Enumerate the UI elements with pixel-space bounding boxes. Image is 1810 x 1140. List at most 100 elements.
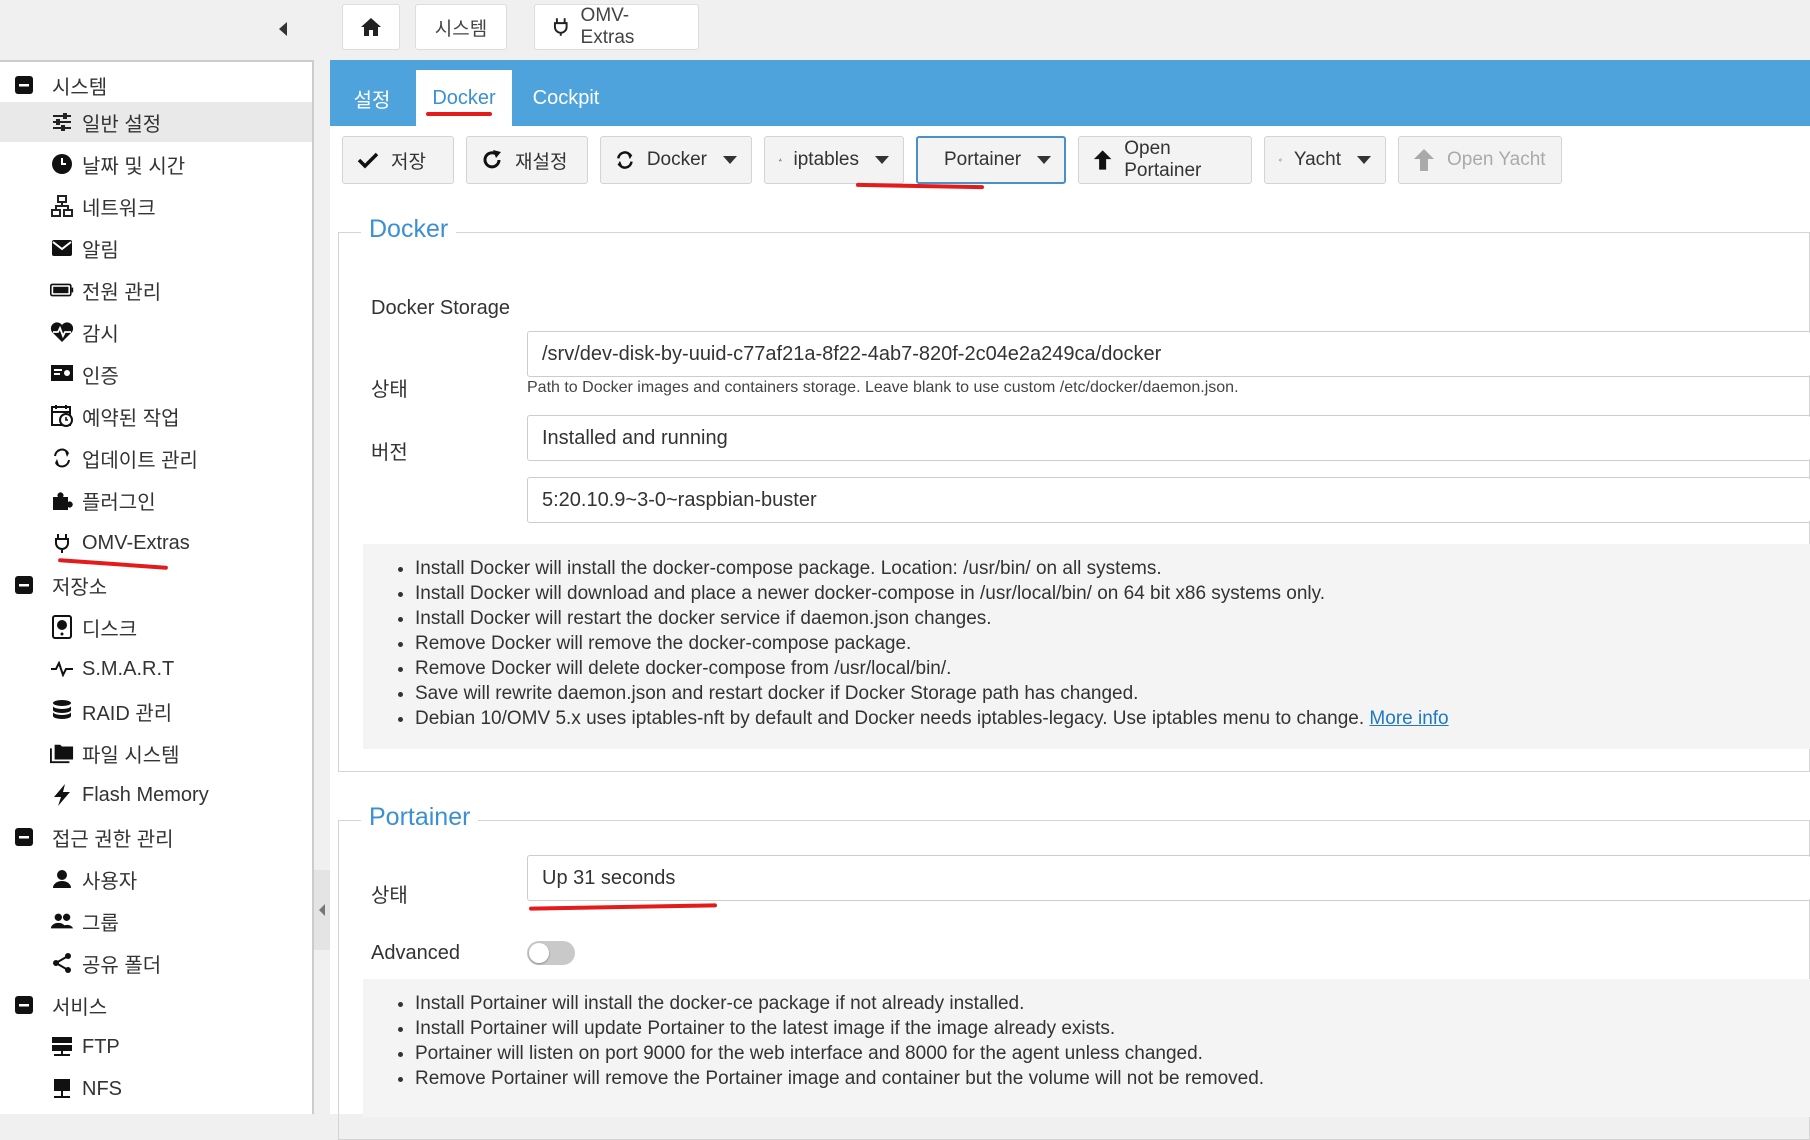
caret-left-icon (279, 22, 287, 36)
reset-button[interactable]: 재설정 (466, 136, 588, 184)
sidebar-group-system[interactable]: 시스템 (0, 65, 312, 105)
docker-menu-button[interactable]: Docker (600, 136, 752, 184)
top-bar: 시스템 OMV-Extras (0, 0, 1810, 60)
portainer-info-list: Install Portainer will install the docke… (363, 991, 1810, 1091)
docker-info-box: Install Docker will install the docker-c… (363, 544, 1810, 749)
docker-storage-hint: Path to Docker images and containers sto… (527, 379, 1239, 396)
database-icon (50, 699, 74, 723)
save-button[interactable]: 저장 (342, 136, 454, 184)
open-yacht-button[interactable]: Open Yacht (1398, 136, 1562, 184)
heartbeat-icon (50, 320, 74, 344)
sidebar-item-raid[interactable]: RAID 관리 (0, 691, 312, 731)
sidebar-item-scheduled-jobs[interactable]: 예약된 작업 (0, 396, 312, 436)
breadcrumb-system-label: 시스템 (434, 18, 488, 40)
docker-label: Docker (646, 149, 707, 170)
docker-storage-input[interactable]: /srv/dev-disk-by-uuid-c77af21a-8f22-4ab7… (527, 331, 1810, 377)
breadcrumb-system[interactable]: 시스템 (415, 4, 507, 50)
list-item: Save will rewrite daemon.json and restar… (415, 681, 1810, 706)
sidebar-item-disks[interactable]: 디스크 (0, 607, 312, 647)
sidebar-item-shared-folders[interactable]: 공유 폴더 (0, 943, 312, 983)
annotation-underline (426, 112, 492, 116)
sidebar-item-update-management[interactable]: 업데이트 관리 (0, 438, 312, 478)
sidebar-item-label: 플러그인 (82, 491, 156, 514)
sidebar-group-services[interactable]: 서비스 (0, 985, 312, 1025)
harddisk-icon (50, 615, 74, 639)
docker-storage-label: Docker Storage (371, 297, 510, 319)
sidebar-item-nfs[interactable]: NFS (0, 1069, 312, 1109)
sidebar-item-label: 알림 (82, 239, 119, 262)
toggle-knob (529, 943, 549, 963)
iptables-menu-button[interactable]: iptables (764, 136, 904, 184)
save-label: 저장 (391, 151, 426, 173)
advanced-toggle[interactable] (527, 941, 575, 965)
docker-legend: Docker (361, 215, 457, 244)
sidebar-group-label: 접근 권한 관리 (52, 828, 174, 851)
list-item: Remove Docker will delete docker-compose… (415, 656, 1810, 681)
clock-icon (50, 152, 74, 176)
sidebar-item-smart[interactable]: S.M.A.R.T (0, 649, 312, 689)
sidebar-item-label: 인증 (82, 365, 119, 388)
main-panel: 설정 Docker Cockpit 저장 재설정 Docker iptables… (330, 60, 1810, 1140)
sidebar-item-monitoring[interactable]: 감시 (0, 312, 312, 352)
arrow-up-icon (1414, 149, 1434, 171)
sidebar-item-label: Flash Memory (82, 783, 209, 806)
sidebar-item-date-time[interactable]: 날짜 및 시간 (0, 144, 312, 184)
list-item: Install Docker will restart the docker s… (415, 606, 1810, 631)
calendar-clock-icon (50, 404, 74, 428)
server-icon (50, 1035, 74, 1059)
docker-status-value: Installed and running (542, 426, 728, 449)
sidebar-item-groups[interactable]: 그룹 (0, 901, 312, 941)
tab-cockpit[interactable]: Cockpit (514, 70, 618, 126)
sidebar-group-storage[interactable]: 저장소 (0, 565, 312, 605)
sidebar-item-label: 날짜 및 시간 (82, 155, 186, 178)
plug-icon (50, 531, 74, 555)
yacht-menu-button[interactable]: Yacht (1264, 136, 1386, 184)
more-info-link[interactable]: More info (1369, 708, 1448, 729)
annotation-underline (528, 903, 718, 911)
sidebar-splitter[interactable] (314, 870, 330, 950)
sidebar-item-certificates[interactable]: 인증 (0, 354, 312, 394)
tab-label: 설정 (353, 89, 391, 112)
sidebar-item-label: 업데이트 관리 (82, 449, 198, 472)
envelope-icon (50, 236, 74, 260)
open-portainer-button[interactable]: Open Portainer (1078, 136, 1252, 184)
docker-fieldset: Docker Docker Storage /srv/dev-disk-by-u… (338, 215, 1810, 772)
sidebar-item-notifications[interactable]: 알림 (0, 228, 312, 268)
portainer-status-value: Up 31 seconds (542, 866, 676, 889)
portainer-menu-button[interactable]: Portainer (916, 136, 1066, 184)
tab-docker[interactable]: Docker (416, 70, 512, 126)
sidebar-item-plugins[interactable]: 플러그인 (0, 480, 312, 520)
collapse-sidebar-button[interactable] (268, 14, 298, 44)
docker-version-field: 5:20.10.9~3-0~raspbian-buster (527, 477, 1810, 523)
sidebar-item-network[interactable]: 네트워크 (0, 186, 312, 226)
sidebar-item-flash-memory[interactable]: Flash Memory (0, 775, 312, 815)
redo-icon (483, 150, 501, 169)
sidebar-item-label: 일반 설정 (82, 113, 162, 136)
list-item: Debian 10/OMV 5.x uses iptables-nft by d… (415, 706, 1810, 731)
breadcrumb-omv-extras[interactable]: OMV-Extras (534, 4, 699, 50)
sidebar-group-access-rights[interactable]: 접근 권한 관리 (0, 817, 312, 857)
check-icon (357, 152, 379, 169)
breadcrumb-home[interactable] (342, 4, 400, 50)
docker-version-label: 버전 (371, 442, 408, 464)
sidebar-item-users[interactable]: 사용자 (0, 859, 312, 899)
caret-down-icon (875, 156, 889, 164)
arrow-up-icon (1093, 150, 1112, 170)
sidebar-item-omv-extras[interactable]: OMV-Extras (0, 523, 312, 563)
sidebar-item-ftp[interactable]: FTP (0, 1027, 312, 1067)
list-item: Portainer will listen on port 9000 for t… (415, 1041, 1810, 1066)
share-icon (50, 951, 74, 975)
users-icon (50, 909, 74, 933)
docker-storage-value: /srv/dev-disk-by-uuid-c77af21a-8f22-4ab7… (542, 342, 1162, 365)
sidebar-item-power[interactable]: 전원 관리 (0, 270, 312, 310)
user-icon (50, 867, 74, 891)
sidebar-item-filesystems[interactable]: 파일 시스템 (0, 733, 312, 773)
folders-icon (50, 741, 74, 765)
tab-settings[interactable]: 설정 (330, 70, 414, 126)
open-yacht-label: Open Yacht (1447, 149, 1546, 170)
sidebar-item-label: 감시 (82, 323, 119, 346)
open-portainer-label: Open Portainer (1124, 138, 1202, 181)
sidebar-item-general-settings[interactable]: 일반 설정 (0, 102, 312, 142)
sidebar-group-label: 서비스 (52, 996, 108, 1019)
puzzle-icon (50, 488, 74, 512)
